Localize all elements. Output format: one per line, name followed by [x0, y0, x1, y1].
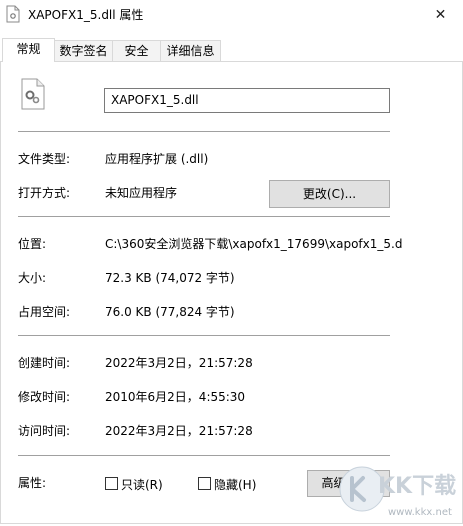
size-on-disk-label: 占用空间:	[18, 305, 71, 319]
dll-file-icon	[20, 78, 46, 113]
change-button[interactable]: 更改(C)...	[269, 180, 390, 208]
window-title: XAPOFX1_5.dll 属性	[28, 8, 144, 22]
title-bar: XAPOFX1_5.dll 属性 ✕	[0, 0, 463, 30]
location-value: C:\360安全浏览器下载\xapofx1_17699\xapofx1_5.d	[105, 237, 403, 251]
modified-label: 修改时间:	[18, 390, 71, 404]
tab-security[interactable]: 安全	[112, 40, 161, 61]
opens-with-value: 未知应用程序	[105, 186, 178, 200]
location-label: 位置:	[18, 237, 47, 251]
tab-digital-signatures[interactable]: 数字签名	[54, 40, 113, 61]
created-label: 创建时间:	[18, 356, 71, 370]
tab-general[interactable]: 常规	[2, 38, 55, 62]
separator	[18, 131, 390, 132]
file-type-value: 应用程序扩展 (.dll)	[105, 152, 209, 166]
separator	[18, 455, 390, 456]
size-on-disk-value: 76.0 KB (77,824 字节)	[105, 305, 235, 319]
close-button[interactable]: ✕	[418, 0, 463, 30]
opens-with-label: 打开方式:	[18, 186, 71, 200]
close-icon: ✕	[434, 7, 447, 23]
accessed-label: 访问时间:	[18, 424, 71, 438]
modified-value: 2010年6月2日，4:55:30	[105, 390, 246, 404]
accessed-value: 2022年3月2日，21:57:28	[105, 424, 253, 438]
size-value: 72.3 KB (74,072 字节)	[105, 271, 235, 285]
size-label: 大小:	[18, 271, 47, 285]
file-type-label: 文件类型:	[18, 152, 71, 166]
separator	[18, 216, 390, 217]
watermark: KK下载 www.kkx.net	[338, 462, 463, 523]
checkbox-box[interactable]	[105, 477, 118, 490]
separator	[18, 335, 390, 336]
checkbox-box[interactable]	[198, 477, 211, 490]
attributes-label: 属性:	[18, 476, 47, 490]
filename-input[interactable]: XAPOFX1_5.dll	[104, 88, 390, 113]
readonly-checkbox[interactable]	[105, 477, 118, 490]
hidden-label[interactable]: 隐藏(H)	[214, 476, 256, 493]
tab-strip: 常规 数字签名 安全 详细信息	[0, 38, 463, 62]
tab-details[interactable]: 详细信息	[160, 40, 221, 61]
created-value: 2022年3月2日，21:57:28	[105, 356, 253, 370]
readonly-label[interactable]: 只读(R)	[121, 476, 163, 493]
file-icon	[6, 5, 20, 23]
watermark-text: KK下载	[378, 474, 457, 499]
watermark-url: www.kkx.net	[388, 507, 452, 518]
hidden-checkbox[interactable]	[198, 477, 211, 490]
